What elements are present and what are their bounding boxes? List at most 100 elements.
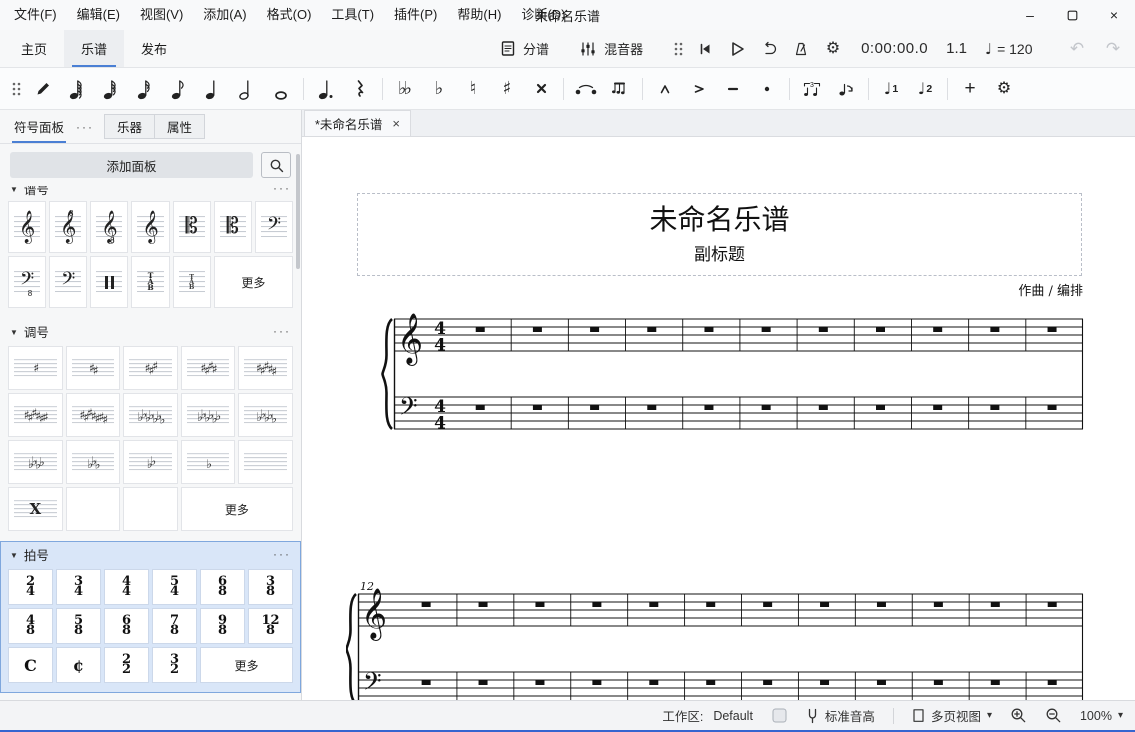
- palette-time-12-8[interactable]: 128: [248, 608, 293, 644]
- palette-key-f4[interactable]: ♭♭♭♭: [8, 440, 63, 484]
- panel-toggle-icon[interactable]: [771, 707, 788, 724]
- score-credits[interactable]: 作曲 / 编排: [302, 280, 1083, 299]
- palette-clef-fv[interactable]: 𝄢: [49, 256, 87, 308]
- menu-item[interactable]: 插件(P): [384, 0, 447, 30]
- flat-button[interactable]: ♭: [422, 73, 456, 105]
- palette-clef-f8[interactable]: 𝄢8: [8, 256, 46, 308]
- accent-button[interactable]: [682, 73, 716, 105]
- double-sharp-button[interactable]: [524, 73, 558, 105]
- palette-key-f2[interactable]: ♭♭: [123, 440, 178, 484]
- palette-key-f7[interactable]: ♭♭♭♭♭♭♭: [123, 393, 178, 437]
- palette-key-s1[interactable]: ♯: [8, 346, 63, 390]
- main-tab-主页[interactable]: 主页: [4, 30, 64, 67]
- flip-direction-button[interactable]: [829, 73, 863, 105]
- panel-tab-乐器[interactable]: 乐器: [105, 115, 154, 138]
- whole-note-button[interactable]: [264, 73, 298, 105]
- workspace-button[interactable]: 工作区: Default: [662, 706, 753, 725]
- title-frame[interactable]: 未命名乐谱 副标题: [357, 193, 1082, 276]
- palette-key-s6[interactable]: ♯♯♯♯♯♯: [8, 393, 63, 437]
- system-2[interactable]: 12𝄞𝄢: [346, 582, 1086, 700]
- maximize-button[interactable]: [1051, 0, 1093, 30]
- panel-tab-overflow-icon[interactable]: ···: [76, 119, 94, 134]
- playback-settings-button[interactable]: ⚙: [817, 34, 849, 64]
- tenuto-button[interactable]: [716, 73, 750, 105]
- palette-time-¢[interactable]: ¢: [56, 647, 101, 683]
- palette-time-2-2[interactable]: 22: [104, 647, 149, 683]
- 32nd-note-button[interactable]: [94, 73, 128, 105]
- palette-more-button[interactable]: 更多: [214, 256, 293, 308]
- palette-clef-g[interactable]: 𝄞: [8, 201, 46, 253]
- palette-key-s2[interactable]: ♯♯: [66, 346, 121, 390]
- menu-item[interactable]: 添加(A): [193, 0, 256, 30]
- palette-scrollbar[interactable]: [296, 154, 300, 269]
- palette-time-3-8[interactable]: 38: [248, 569, 293, 605]
- palette-time-2-4[interactable]: 24: [8, 569, 53, 605]
- view-mode-button[interactable]: 多页视图 ▾: [912, 706, 992, 725]
- palette-key-f5[interactable]: ♭♭♭♭♭: [238, 393, 293, 437]
- undo-button[interactable]: ↶: [1061, 34, 1093, 64]
- voice-1-button[interactable]: ♩1: [874, 73, 908, 105]
- palette-key-none[interactable]: [238, 440, 293, 484]
- menu-item[interactable]: 工具(T): [321, 0, 384, 30]
- quarter-note-button[interactable]: [196, 73, 230, 105]
- palette-key-f6[interactable]: ♭♭♭♭♭♭: [181, 393, 236, 437]
- transport-drag-handle[interactable]: [673, 40, 683, 58]
- zoom-in-button[interactable]: [1010, 707, 1027, 724]
- palette-key-s5[interactable]: ♯♯♯♯♯: [238, 346, 293, 390]
- palette-clef-tab2[interactable]: TAB: [173, 256, 211, 308]
- palette-section-keys[interactable]: ▼调号···: [8, 318, 293, 344]
- palette-time-9-8[interactable]: 98: [200, 608, 245, 644]
- palette-key-blank[interactable]: [66, 487, 121, 531]
- eighth-note-button[interactable]: [162, 73, 196, 105]
- palette-more-button[interactable]: 更多: [181, 487, 293, 531]
- staccato-button[interactable]: [750, 73, 784, 105]
- half-note-button[interactable]: [230, 73, 264, 105]
- zoom-out-button[interactable]: [1045, 707, 1062, 724]
- voice-2-button[interactable]: ♩2: [908, 73, 942, 105]
- menu-item[interactable]: 编辑(E): [67, 0, 130, 30]
- panel-tab-属性[interactable]: 属性: [154, 115, 204, 138]
- double-flat-button[interactable]: ♭♭: [388, 73, 422, 105]
- palette-key-s3[interactable]: ♯♯♯: [123, 346, 178, 390]
- tuplet-button[interactable]: 3: [795, 73, 829, 105]
- close-button[interactable]: ×: [1093, 0, 1135, 30]
- zoom-level-button[interactable]: 100% ▾: [1080, 709, 1123, 723]
- 16th-note-button[interactable]: [128, 73, 162, 105]
- palette-time-C[interactable]: C: [8, 647, 53, 683]
- tie-button[interactable]: [569, 73, 603, 105]
- sharp-button[interactable]: ♯: [490, 73, 524, 105]
- palette-time-6-8[interactable]: 68: [200, 569, 245, 605]
- palette-time-5-4[interactable]: 54: [152, 569, 197, 605]
- add-button[interactable]: +: [953, 73, 987, 105]
- palette-key-blank[interactable]: [123, 487, 178, 531]
- augmentation-dot-button[interactable]: [309, 73, 343, 105]
- panel-tab-palettes[interactable]: 符号面板: [10, 110, 68, 143]
- notebar-drag-handle[interactable]: [6, 80, 26, 98]
- palette-time-7-8[interactable]: 78: [152, 608, 197, 644]
- palette-clef-tab[interactable]: TAB: [131, 256, 169, 308]
- close-tab-icon[interactable]: ×: [392, 116, 400, 131]
- palette-section-clefs[interactable]: ▼谱号···: [8, 186, 293, 199]
- palette-time-3-4[interactable]: 34: [56, 569, 101, 605]
- palette-time-4-4[interactable]: 44: [104, 569, 149, 605]
- menu-item[interactable]: 帮助(H): [447, 0, 511, 30]
- palette-more-button[interactable]: 更多: [200, 647, 293, 683]
- palette-key-s7[interactable]: ♯♯♯♯♯♯♯: [66, 393, 121, 437]
- menu-item[interactable]: 诊断(D): [511, 0, 575, 30]
- score-tab[interactable]: *未命名乐谱 ×: [304, 110, 411, 136]
- score-canvas[interactable]: 未命名乐谱 副标题 作曲 / 编排 𝄞𝄢4444 12𝄞𝄢: [302, 137, 1135, 700]
- parts-button[interactable]: 分谱: [492, 34, 557, 64]
- palette-menu-icon[interactable]: ···: [273, 186, 291, 195]
- palette-clef-f[interactable]: 𝄢: [255, 201, 293, 253]
- score-title[interactable]: 未命名乐谱: [358, 202, 1081, 238]
- palette-time-5-8[interactable]: 58: [56, 608, 101, 644]
- palette-key-f1[interactable]: ♭: [181, 440, 236, 484]
- palette-clef-perc[interactable]: [90, 256, 128, 308]
- score-subtitle[interactable]: 副标题: [358, 240, 1081, 265]
- system-1[interactable]: 𝄞𝄢4444: [346, 307, 1086, 444]
- concert-pitch-button[interactable]: 标准音高: [806, 706, 875, 725]
- palette-search-button[interactable]: [261, 152, 291, 178]
- redo-button[interactable]: ↷: [1097, 34, 1129, 64]
- palette-key-x[interactable]: X: [8, 487, 63, 531]
- menu-item[interactable]: 文件(F): [4, 0, 67, 30]
